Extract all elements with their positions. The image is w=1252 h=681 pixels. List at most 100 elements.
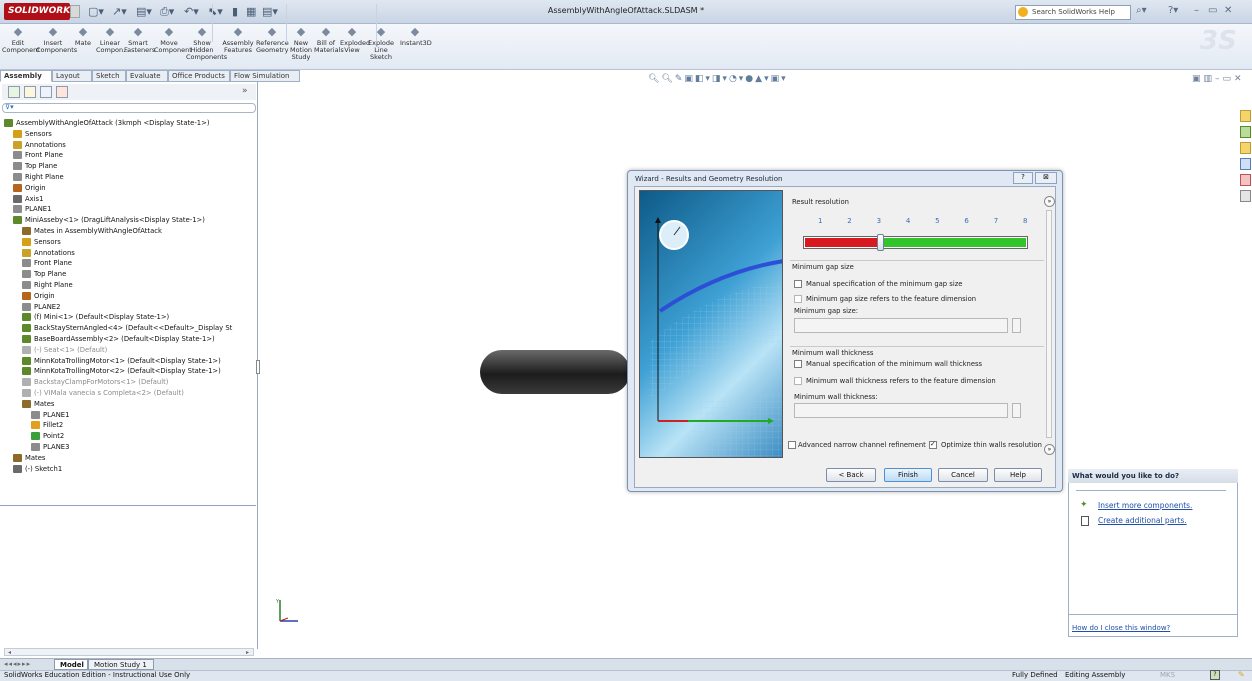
how-close-window-link[interactable]: How do I close this window? <box>1072 624 1170 632</box>
tree-item[interactable]: BackstayClampForMotors<1> (Default) <box>0 377 256 388</box>
tree-item[interactable]: Top Plane <box>0 161 256 172</box>
advanced-narrow-checkbox[interactable] <box>788 441 796 449</box>
tree-item[interactable]: Right Plane <box>0 172 256 183</box>
min-wall-feature-checkbox[interactable] <box>794 377 802 385</box>
taskpane-resources-icon[interactable] <box>1240 110 1251 122</box>
tree-item[interactable]: Axis1 <box>0 194 256 205</box>
tree-item[interactable]: MiniAsseby<1> (DragLiftAnalysis<Display … <box>0 215 256 226</box>
resolution-slider-thumb[interactable] <box>876 234 884 251</box>
dialog-scrollbar[interactable] <box>1046 210 1052 438</box>
tree-item[interactable]: BaseBoardAssembly<2> (Default<Display St… <box>0 334 256 345</box>
min-gap-spinner[interactable] <box>1012 318 1021 333</box>
tree-item[interactable]: AssemblyWithAngleOfAttack (3kmph <Displa… <box>0 118 256 129</box>
tree-item[interactable]: MinnKotaTrollingMotor<1> (Default<Displa… <box>0 356 256 367</box>
tree-item[interactable]: (-) VIMala vanecia s Completa<2> (Defaul… <box>0 388 256 399</box>
status-help-icon[interactable]: ? <box>1210 670 1220 680</box>
move-component-button[interactable]: ◆ Move Component <box>154 26 192 68</box>
feature-manager-tab-icon[interactable] <box>8 86 20 98</box>
tab-assembly[interactable]: Assembly <box>0 70 52 82</box>
tree-filter-input[interactable] <box>2 103 256 113</box>
tree-item[interactable]: Annotations <box>0 248 256 259</box>
tree-item[interactable]: PLANE2 <box>0 302 256 313</box>
taskpane-design-library-icon[interactable] <box>1240 126 1251 138</box>
tab-evaluate[interactable]: Evaluate <box>126 70 168 82</box>
tab-sketch[interactable]: Sketch <box>92 70 126 82</box>
tree-item[interactable]: Mates <box>0 399 256 410</box>
dialog-help-button[interactable]: ? <box>1013 172 1033 184</box>
status-edit-icon[interactable]: ✎ <box>1238 670 1245 679</box>
restore-icon[interactable]: ▭ <box>1208 5 1217 16</box>
bom-button[interactable]: ◆ Bill of Materials <box>314 26 344 68</box>
tree-item[interactable]: Mates <box>0 453 256 464</box>
tree-item[interactable]: Point2 <box>0 431 256 442</box>
min-gap-manual-checkbox[interactable] <box>794 280 802 288</box>
explode-line-button[interactable]: ◆ Explode Line Sketch <box>366 26 396 68</box>
help-search-input[interactable]: Search SolidWorks Help <box>1015 5 1131 20</box>
linear-pattern-button[interactable]: ◆ Linear Compon... <box>96 26 129 68</box>
taskpane-view-palette-icon[interactable] <box>1240 158 1251 170</box>
finish-button[interactable]: Finish <box>884 468 932 482</box>
help-menu-icon[interactable]: ?▾ <box>1168 5 1178 16</box>
expand-section-icon[interactable]: » <box>1044 196 1055 207</box>
tree-item[interactable]: (-) Sketch1 <box>0 464 256 475</box>
edit-component-button[interactable]: ◆ Edit Component <box>2 26 40 68</box>
tree-item[interactable]: (f) Mini<1> (Default<Display State-1>) <box>0 312 256 323</box>
taskpane-custom-properties-icon[interactable] <box>1240 190 1251 202</box>
taskpane-file-explorer-icon[interactable] <box>1240 142 1251 154</box>
tree-item[interactable]: Top Plane <box>0 269 256 280</box>
min-wall-field[interactable] <box>794 403 1008 418</box>
tree-item[interactable]: Sensors <box>0 237 256 248</box>
dialog-close-button[interactable]: ⊠ <box>1035 172 1057 184</box>
tree-item[interactable]: Fillet2 <box>0 420 256 431</box>
tab-navigation-arrows[interactable]: ◂◂◂▸▸▸ <box>4 660 31 668</box>
mate-button[interactable]: ◆ Mate <box>72 26 94 68</box>
help-button[interactable]: Help <box>994 468 1042 482</box>
tree-horizontal-scrollbar[interactable] <box>4 648 254 656</box>
show-hidden-button[interactable]: ◆ Show Hidden Components <box>186 26 227 68</box>
panel-splitter[interactable] <box>256 360 260 374</box>
tree-item[interactable]: Mates in AssemblyWithAngleOfAttack <box>0 226 256 237</box>
minimize-icon[interactable]: – <box>1194 5 1199 16</box>
tree-item[interactable]: PLANE1 <box>0 410 256 421</box>
optimize-thin-checkbox[interactable] <box>929 440 937 449</box>
resolution-slider[interactable] <box>803 234 1028 251</box>
model-pipe-geometry[interactable] <box>480 350 630 394</box>
cancel-button[interactable]: Cancel <box>938 468 988 482</box>
tree-item[interactable]: Origin <box>0 183 256 194</box>
bottom-tab-motion-study-1[interactable]: Motion Study 1 <box>88 659 154 670</box>
viewport-window-controls[interactable]: ▣▥–▭✕ <box>1192 74 1245 84</box>
insert-components-button[interactable]: ◆ Insert Components <box>36 26 77 68</box>
tree-item[interactable]: Front Plane <box>0 150 256 161</box>
reference-geometry-button[interactable]: ◆ Reference Geometry <box>256 26 289 68</box>
exploded-view-button[interactable]: ◆ Exploded View <box>340 26 370 68</box>
scroll-left-icon[interactable]: ◂ <box>8 649 11 656</box>
min-wall-spinner[interactable] <box>1012 403 1021 418</box>
tab-flow-simulation[interactable]: Flow Simulation <box>230 70 300 82</box>
min-gap-field[interactable] <box>794 318 1008 333</box>
filter-icon[interactable]: ⊽▾ <box>5 103 14 111</box>
heads-up-view-toolbar[interactable]: 🔍︎🔍︎✎▣◧▾◨▾◔▾●▲▾▣▾ <box>648 74 788 84</box>
tree-item[interactable]: (-) Seat<1> (Default) <box>0 345 256 356</box>
scroll-right-icon[interactable]: ▸ <box>246 649 249 656</box>
tab-layout[interactable]: Layout <box>52 70 92 82</box>
create-additional-parts-link[interactable]: Create additional parts. <box>1098 516 1187 525</box>
status-units[interactable]: MKS <box>1160 671 1175 679</box>
tab-office-products[interactable]: Office Products <box>168 70 230 82</box>
tree-item[interactable]: Right Plane <box>0 280 256 291</box>
bottom-tab-model[interactable]: Model <box>54 659 88 670</box>
close-icon[interactable]: ✕ <box>1224 5 1232 16</box>
min-wall-manual-checkbox[interactable] <box>794 360 802 368</box>
tree-item[interactable]: PLANE1 <box>0 204 256 215</box>
min-gap-feature-checkbox[interactable] <box>794 295 802 303</box>
property-manager-tab-icon[interactable] <box>24 86 36 98</box>
tree-item[interactable]: Front Plane <box>0 258 256 269</box>
tree-item[interactable]: PLANE3 <box>0 442 256 453</box>
instant3d-button[interactable]: ◆ Instant3D <box>400 26 432 68</box>
expand-section-icon[interactable]: » <box>1044 444 1055 455</box>
expand-panel-icon[interactable]: » <box>242 86 248 96</box>
tree-item[interactable]: MinnKotaTrollingMotor<2> (Default<Displa… <box>0 366 256 377</box>
search-go-icon[interactable]: ⌕▾ <box>1136 5 1147 16</box>
configuration-manager-tab-icon[interactable] <box>40 86 52 98</box>
tree-item[interactable]: Origin <box>0 291 256 302</box>
back-button[interactable]: < Back <box>826 468 876 482</box>
